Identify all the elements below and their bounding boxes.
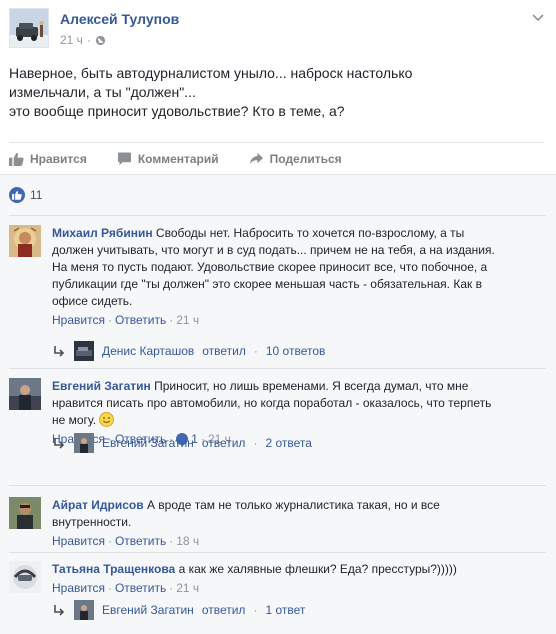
- comment-avatar[interactable]: [9, 561, 41, 593]
- post-time[interactable]: 21 ч: [60, 33, 83, 47]
- post-text-line: Наверное, быть автодурналистом уныло... …: [9, 65, 413, 81]
- reply-avatar: [74, 600, 94, 620]
- dot-separator: ·: [253, 344, 258, 358]
- comment-author[interactable]: Михаил Рябинин: [52, 226, 153, 240]
- post-text: Наверное, быть автодурналистом уныло... …: [9, 64, 539, 121]
- globe-icon[interactable]: [95, 35, 106, 46]
- reply-avatar: [74, 433, 94, 453]
- smile-emoji-icon: [99, 412, 115, 427]
- divider: [9, 215, 546, 216]
- share-icon: [249, 152, 263, 164]
- comment-icon: [117, 151, 131, 165]
- comment-like-link[interactable]: Нравится: [52, 313, 105, 327]
- comment-avatar[interactable]: [9, 497, 41, 529]
- comment-avatar[interactable]: [9, 378, 41, 410]
- dot-separator: ·: [86, 33, 91, 47]
- replies-link[interactable]: Евгений Загатин ответил · 2 ответа: [52, 433, 312, 453]
- comment-meta: Нравится · Ответить · 21 ч: [52, 581, 200, 595]
- comment-body: Айрат Идрисов А вроде там не только журн…: [52, 497, 502, 550]
- post-actions: Нравится Комментарий Поделиться: [9, 142, 544, 174]
- reply-arrow-icon: [54, 438, 65, 449]
- reply-verb: ответил: [201, 603, 246, 617]
- comment-meta: Нравится · Ответить · 18 ч: [52, 534, 200, 548]
- like-label: Нравится: [30, 151, 87, 166]
- reply-arrow-icon: [54, 346, 65, 357]
- comment-reply-link[interactable]: Ответить: [115, 313, 166, 327]
- dot-separator: ·: [253, 436, 258, 450]
- facebook-post: Алексей Тулупов 21 ч · Наверное, быть ав…: [0, 0, 556, 634]
- share-label: Поделиться: [269, 151, 342, 166]
- like-reaction-icon: [9, 187, 25, 203]
- comment-meta: Нравится · Ответить · 21 ч: [52, 313, 200, 327]
- comment-time[interactable]: 21 ч: [176, 581, 199, 595]
- divider: [9, 485, 546, 486]
- comment-time[interactable]: 21 ч: [176, 313, 199, 327]
- comment-body: Татьяна Тращенкова а как же халявные фле…: [52, 561, 502, 597]
- comment-author[interactable]: Татьяна Тращенкова: [52, 562, 175, 576]
- dot-separator: ·: [253, 603, 258, 617]
- post-text-line: измельчали, а ты "должен"...: [9, 84, 196, 100]
- replies-link[interactable]: Денис Карташов ответил · 10 ответов: [52, 341, 325, 361]
- comment-body: Михаил Рябинин Свободы нет. Набросить то…: [52, 225, 502, 329]
- post-text-line: это вообще приносит удовольствие? Кто в …: [9, 103, 345, 119]
- comment-button[interactable]: Комментарий: [117, 152, 219, 166]
- likes-count: 11: [30, 188, 43, 202]
- chevron-down-icon[interactable]: [531, 10, 545, 24]
- comment-time[interactable]: 18 ч: [176, 534, 199, 548]
- comment-reply-link[interactable]: Ответить: [115, 534, 166, 548]
- comment-label: Комментарий: [137, 151, 219, 166]
- comments-section: 11 Михаил Рябинин Свободы нет. Набросить…: [0, 174, 556, 634]
- reply-count: 2 ответа: [265, 436, 312, 450]
- comment-like-link[interactable]: Нравится: [52, 581, 105, 595]
- reply-avatar: [74, 341, 94, 361]
- post-header: Алексей Тулупов 21 ч ·: [9, 8, 549, 56]
- reply-author: Евгений Загатин: [102, 436, 194, 450]
- thumbs-up-icon: [9, 152, 24, 166]
- author-avatar[interactable]: [9, 8, 49, 48]
- comment-author[interactable]: Евгений Загатин: [52, 379, 151, 393]
- replies-link[interactable]: Евгений Загатин ответил · 1 ответ: [52, 600, 305, 620]
- like-button[interactable]: Нравится: [9, 152, 87, 166]
- author-name[interactable]: Алексей Тулупов: [60, 11, 179, 27]
- comment-avatar[interactable]: [9, 225, 41, 257]
- share-button[interactable]: Поделиться: [249, 152, 342, 166]
- reactions-summary[interactable]: 11: [9, 187, 42, 203]
- comment-reply-link[interactable]: Ответить: [115, 581, 166, 595]
- reply-verb: ответил: [202, 344, 246, 358]
- divider: [9, 368, 546, 369]
- comment-like-link[interactable]: Нравится: [52, 534, 105, 548]
- divider: [9, 552, 546, 553]
- post-meta: 21 ч ·: [60, 33, 106, 47]
- reply-author: Денис Карташов: [102, 344, 195, 358]
- reply-count: 1 ответ: [265, 603, 306, 617]
- reply-verb: ответил: [201, 436, 246, 450]
- comment-author[interactable]: Айрат Идрисов: [52, 498, 144, 512]
- reply-author: Евгений Загатин: [102, 603, 194, 617]
- reply-count: 10 ответов: [265, 344, 326, 358]
- reply-arrow-icon: [54, 605, 65, 616]
- comment-text: а как же халявные флешки? Еда? пресстуры…: [178, 562, 457, 576]
